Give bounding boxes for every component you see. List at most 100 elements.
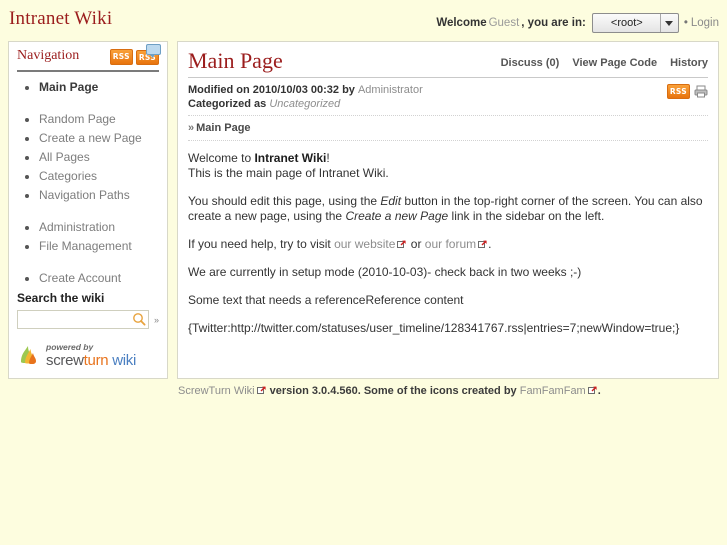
chevron-down-icon	[659, 14, 678, 32]
modified-prefix: Modified on 2010/10/03 00:32 by	[188, 84, 355, 96]
external-link-icon	[397, 238, 407, 248]
search-advanced-link[interactable]: »	[154, 315, 159, 325]
sidebar-item-file-management[interactable]: File Management	[39, 239, 159, 253]
printer-icon[interactable]	[694, 85, 708, 98]
paragraph-edit-instructions: You should edit this page, using the Edi…	[188, 194, 708, 224]
discuss-link[interactable]: Discuss (0)	[501, 57, 560, 69]
footer-period: .	[597, 385, 601, 397]
modified-user[interactable]: Administrator	[358, 84, 423, 96]
sidebar-item-create-a-new-page[interactable]: Create a new Page	[39, 131, 159, 145]
footer: ScrewTurn Wiki version 3.0.4.560. Some o…	[0, 379, 727, 397]
search-input[interactable]	[17, 310, 149, 329]
categorized-prefix: Categorized as	[188, 98, 267, 110]
create-page-link-name: Create a new Page	[345, 209, 449, 223]
sidebar-item-label: Main Page	[39, 80, 99, 94]
paragraph-twitter-markup: {Twitter:http://twitter.com/statuses/use…	[188, 321, 680, 335]
external-link-icon	[256, 386, 266, 395]
sidebar-item-create-account[interactable]: Create Account	[39, 271, 159, 285]
help-text-c: .	[488, 237, 492, 251]
external-link-icon	[478, 238, 487, 248]
namespace-select-value: <root>	[610, 17, 643, 29]
our-website-link[interactable]: our website	[334, 237, 395, 251]
logo-wordmark: screwturn wiki	[46, 352, 136, 369]
welcome-wiki-name: Intranet Wiki	[254, 151, 327, 165]
sidebar-spacer	[39, 258, 159, 266]
categorized-line: Categorized as Uncategorized	[188, 97, 708, 111]
modified-line: Modified on 2010/10/03 00:32 by Administ…	[188, 83, 708, 97]
footer-version-text: version 3.0.4.560. Some of the icons cre…	[266, 385, 520, 397]
breadcrumb-arrow: »	[188, 122, 195, 134]
powered-by-logo[interactable]: powered by screwturn wiki	[17, 343, 159, 368]
help-text-a: If you need help, try to visit	[188, 237, 335, 251]
sidebar-item-random-page[interactable]: Random Page	[39, 112, 159, 126]
namespace-select[interactable]: <root>	[591, 13, 679, 33]
sidebar-spacer	[39, 99, 159, 107]
sidebar-item-administration[interactable]: Administration	[39, 220, 159, 234]
sidebar-item-navigation-paths[interactable]: Navigation Paths	[39, 188, 159, 202]
sidebar-item-label: Administration	[39, 220, 116, 234]
sidebar-item-label: Create Account	[39, 271, 122, 285]
page-layout: Navigation RSS RSS Main Page Random Page…	[0, 41, 727, 379]
page-meta-icons: RSS	[666, 84, 708, 99]
breadcrumb-item-main-page[interactable]: Main Page	[196, 122, 250, 134]
sidebar-title: Navigation	[17, 48, 80, 63]
you-are-in-label: , you are in:	[521, 17, 586, 29]
welcome-text-a: Welcome to	[188, 151, 255, 165]
paragraph-setup-mode: We are currently in setup mode (2010-10-…	[188, 265, 582, 279]
sidebar-item-label: Create a new Page	[39, 131, 142, 145]
sidebar-divider	[17, 70, 159, 72]
page-title: Main Page	[188, 48, 283, 73]
our-forum-link[interactable]: our forum	[425, 237, 476, 251]
logo-word-wiki: wiki	[108, 351, 136, 369]
search-row: »	[17, 310, 159, 329]
main-content: Main Page Discuss (0) View Page Code His…	[177, 41, 719, 379]
search-box	[17, 310, 149, 329]
sidebar-nav-list: Main Page Random Page Create a new Page …	[17, 80, 159, 285]
sidebar-item-categories[interactable]: Categories	[39, 169, 159, 183]
logo-word-screw: screw	[46, 351, 84, 369]
logo-powered-by: powered by	[46, 342, 94, 352]
breadcrumb: » Main Page	[188, 116, 708, 141]
sidebar-item-label: Random Page	[39, 112, 116, 126]
sidebar-feed-icons: RSS RSS	[109, 44, 161, 65]
view-page-code-link[interactable]: View Page Code	[572, 57, 657, 69]
top-header: Intranet Wiki Welcome Guest , you are in…	[0, 0, 727, 41]
paragraph-reference: Some text that needs a referenceReferenc…	[188, 293, 464, 307]
sidebar-spacer	[39, 207, 159, 215]
sidebar-item-label: All Pages	[39, 150, 90, 164]
welcome-label: Welcome	[436, 17, 487, 29]
sidebar: Navigation RSS RSS Main Page Random Page…	[8, 41, 168, 379]
sidebar-header: Navigation RSS RSS	[17, 44, 161, 68]
rss-icon[interactable]: RSS	[109, 49, 133, 65]
sidebar-item-label: Navigation Paths	[39, 188, 130, 202]
edit-text-a: You should edit this page, using the	[188, 194, 381, 208]
sidebar-item-label: Categories	[39, 169, 98, 183]
site-title: Intranet Wiki	[9, 8, 113, 29]
page-body: Welcome to Intranet Wiki! This is the ma…	[188, 141, 708, 336]
sidebar-item-main-page[interactable]: Main Page	[39, 80, 159, 94]
external-link-icon	[587, 386, 597, 395]
page-actions: Discuss (0) View Page Code History	[501, 57, 708, 73]
categorized-value[interactable]: Uncategorized	[269, 98, 340, 110]
search-heading: Search the wiki	[17, 291, 105, 305]
speech-bubble-icon	[146, 44, 161, 58]
sidebar-item-all-pages[interactable]: All Pages	[39, 150, 159, 164]
bullet-separator: •	[683, 17, 688, 29]
paragraph-welcome: Welcome to Intranet Wiki! This is the ma…	[188, 151, 708, 181]
page-meta: Modified on 2010/10/03 00:32 by Administ…	[188, 78, 708, 116]
famfamfam-link[interactable]: FamFamFam	[520, 385, 586, 397]
page-header: Main Page Discuss (0) View Page Code His…	[188, 49, 708, 78]
screwturn-flame-icon	[21, 346, 36, 365]
edit-button-name: Edit	[380, 194, 402, 208]
welcome-line-2: This is the main page of Intranet Wiki.	[188, 166, 389, 180]
sidebar-item-label: File Management	[39, 239, 132, 253]
login-link[interactable]: Login	[691, 17, 719, 29]
screwturn-wiki-link[interactable]: ScrewTurn Wiki	[178, 385, 255, 397]
current-user-name: Guest	[488, 17, 520, 29]
search-icon[interactable]	[132, 312, 146, 326]
rss-icon[interactable]: RSS	[666, 84, 690, 99]
user-bar: Welcome Guest , you are in: <root> • Log…	[436, 13, 719, 33]
paragraph-help: If you need help, try to visit our websi…	[188, 237, 708, 252]
history-link[interactable]: History	[670, 57, 708, 69]
rss-discussion-icon-wrap[interactable]: RSS	[135, 44, 161, 65]
